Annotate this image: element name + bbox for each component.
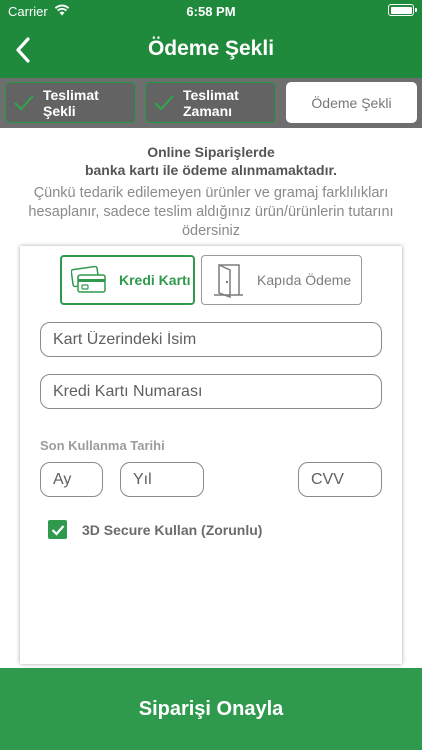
checkout-steps: Teslimat Şekli Teslimat Zamanı Ödeme Şek… bbox=[0, 78, 422, 128]
page-title: Ödeme Şekli bbox=[147, 37, 275, 60]
pay-at-door-option[interactable]: Kapıda Ödeme bbox=[201, 255, 362, 305]
expiry-year-input[interactable] bbox=[120, 462, 204, 497]
step-label: Teslimat Zamanı bbox=[183, 86, 239, 119]
pay-at-door-label: Kapıda Ödeme bbox=[257, 272, 352, 288]
notice-line-1: Online Siparişlerde bbox=[147, 144, 275, 160]
status-time: 6:58 PM bbox=[186, 4, 236, 19]
payment-panel: Kredi Kartı Kapıda Ödeme Son Kullanma Ta… bbox=[20, 246, 402, 664]
3d-secure-label: 3D Secure Kullan (Zorunlu) bbox=[82, 521, 263, 538]
payment-note: Çünkü tedarik edilemeyen ürünler ve gram… bbox=[28, 185, 394, 239]
expiry-month-input[interactable] bbox=[40, 462, 103, 497]
battery-icon bbox=[388, 4, 417, 16]
confirm-order-button[interactable]: Siparişi Onayla bbox=[0, 668, 422, 750]
check-icon bbox=[154, 94, 174, 110]
cardholder-name-input[interactable] bbox=[40, 322, 382, 357]
status-bar: Carrier 6:58 PM bbox=[0, 0, 422, 22]
app-header: Carrier 6:58 PM Ödeme Şekli bbox=[0, 0, 422, 78]
step-delivery-time[interactable]: Teslimat Zamanı bbox=[145, 82, 276, 123]
expiry-date-label: Son Kullanma Tarihi bbox=[40, 438, 165, 453]
navigation-bar: Ödeme Şekli bbox=[0, 22, 422, 78]
payment-notice: Online Siparişlerde banka kartı ile ödem… bbox=[0, 143, 422, 179]
notice-line-2: banka kartı ile ödeme alınmamaktadır. bbox=[84, 162, 338, 178]
card-number-input[interactable] bbox=[40, 374, 382, 409]
credit-card-label: Kredi Kartı bbox=[119, 272, 191, 288]
3d-secure-checkbox[interactable] bbox=[48, 520, 67, 539]
credit-card-icon bbox=[71, 266, 106, 293]
cvv-input[interactable] bbox=[298, 462, 382, 497]
checkmark-icon bbox=[51, 524, 64, 536]
check-icon bbox=[14, 94, 34, 110]
step-label: Teslimat Şekli bbox=[43, 86, 99, 119]
3d-secure-toggle[interactable]: 3D Secure Kullan (Zorunlu) bbox=[48, 520, 262, 539]
step-delivery-method[interactable]: Teslimat Şekli bbox=[5, 82, 136, 123]
step-label: Ödeme Şekli bbox=[311, 94, 392, 111]
credit-card-option[interactable]: Kredi Kartı bbox=[60, 255, 195, 305]
door-icon bbox=[214, 263, 243, 298]
step-payment-method[interactable]: Ödeme Şekli bbox=[286, 82, 417, 123]
